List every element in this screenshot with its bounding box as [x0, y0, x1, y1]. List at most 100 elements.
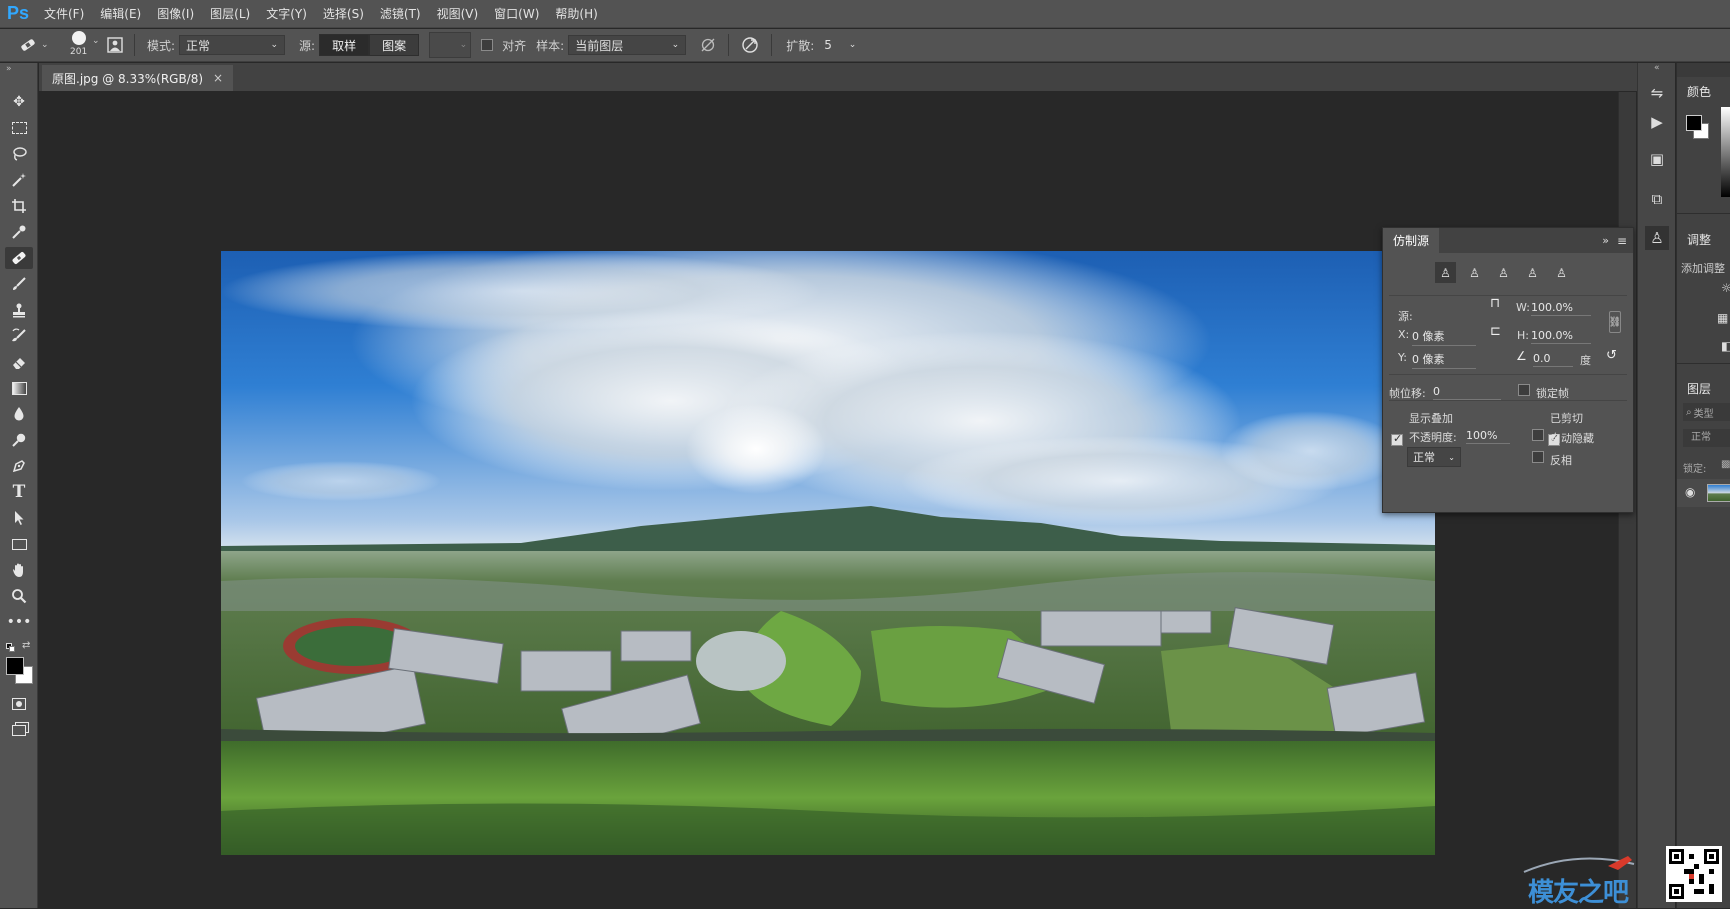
menu-window[interactable]: 窗口(W)	[486, 0, 547, 28]
reset-transform-icon[interactable]: ↺	[1606, 348, 1617, 363]
pattern-picker[interactable]: ⌄	[429, 32, 472, 58]
pressure-size-icon[interactable]	[739, 36, 761, 54]
layers-filter-field[interactable]: ⌕ 类型	[1683, 403, 1730, 421]
w-value[interactable]: 100.0%	[1531, 301, 1591, 316]
x-value[interactable]: 0 像素	[1412, 328, 1476, 346]
menu-help[interactable]: 帮助(H)	[547, 0, 605, 28]
zoom-tool-icon[interactable]	[5, 585, 33, 607]
clone-source-1-icon[interactable]: ♙	[1435, 262, 1456, 283]
lock-frame-checkbox[interactable]	[1518, 384, 1530, 396]
ignore-adjustment-layers-icon[interactable]	[698, 37, 718, 53]
actions-panel-icon[interactable]: ▶	[1645, 110, 1669, 134]
crop-tool-icon[interactable]	[5, 195, 33, 217]
magic-wand-tool-icon[interactable]	[5, 169, 33, 191]
layers-lock-icon[interactable]: ▩	[1721, 459, 1730, 470]
mode-select[interactable]: 正常 ⌄	[179, 35, 286, 55]
clone-source-2-icon[interactable]: ♙	[1464, 262, 1485, 283]
source-pattern-button[interactable]: 图案	[369, 34, 420, 56]
source-sampled-button[interactable]: 取样	[319, 34, 370, 56]
diffusion-select[interactable]: 5 ⌄	[818, 35, 862, 55]
overlay-blend-select[interactable]: 正常 ⌄	[1407, 447, 1461, 467]
history-brush-tool-icon[interactable]	[5, 325, 33, 347]
blur-tool-icon[interactable]	[5, 403, 33, 425]
curves-adjust-icon[interactable]: ◧	[1721, 339, 1730, 353]
frame-offset-label: 帧位移:	[1389, 387, 1426, 400]
menu-image[interactable]: 图像(I)	[149, 0, 202, 28]
flip-horizontal-icon[interactable]: ⊓	[1490, 296, 1500, 311]
hand-tool-icon[interactable]	[5, 559, 33, 581]
screen-mode-icon[interactable]	[5, 719, 33, 741]
layers-blend-mode[interactable]: 正常	[1683, 429, 1730, 447]
clone-source-4-icon[interactable]: ♙	[1522, 262, 1543, 283]
color-panel-tab[interactable]: 颜色	[1677, 77, 1721, 106]
marquee-tool-icon[interactable]	[5, 117, 33, 139]
properties-panel-icon[interactable]: ▣	[1645, 147, 1669, 171]
pen-tool-icon[interactable]	[5, 455, 33, 477]
clone-source-panel-icon[interactable]: ♙	[1645, 226, 1669, 250]
document-tab[interactable]: 原图.jpg @ 8.33%(RGB/8) ×	[42, 65, 234, 91]
layers-panel-tab[interactable]: 图层	[1677, 374, 1721, 403]
menu-filter[interactable]: 滤镜(T)	[372, 0, 429, 28]
brush-size-picker[interactable]: 201 ⌄	[68, 30, 104, 60]
layer-row[interactable]: ◉	[1677, 479, 1730, 507]
menu-select[interactable]: 选择(S)	[315, 0, 372, 28]
brush-tool-icon[interactable]	[5, 273, 33, 295]
strip-collapse-icon[interactable]: «	[1654, 63, 1660, 73]
invert-checkbox[interactable]	[1532, 451, 1544, 463]
swap-colors-icon[interactable]: ⇄	[22, 640, 30, 651]
foreground-color-swatch[interactable]	[6, 657, 24, 675]
adjustments-panel-tab[interactable]: 调整	[1677, 225, 1721, 254]
path-selection-tool-icon[interactable]	[5, 507, 33, 529]
frame-offset-value[interactable]: 0	[1433, 385, 1501, 400]
brush-settings-icon[interactable]	[104, 35, 126, 55]
menu-file[interactable]: 文件(F)	[36, 0, 92, 28]
panel-collapse-icon[interactable]: »	[1602, 234, 1609, 247]
type-tool-icon[interactable]: T	[5, 481, 33, 503]
clone-source-5-icon[interactable]: ♙	[1551, 262, 1572, 283]
eraser-tool-icon[interactable]	[5, 351, 33, 373]
opacity-value[interactable]: 100%	[1466, 429, 1510, 444]
document-close-icon[interactable]: ×	[213, 71, 223, 85]
history-panel-icon[interactable]: ⇋	[1645, 81, 1669, 105]
auto-hide-checkbox[interactable]	[1532, 429, 1544, 441]
h-value[interactable]: 100.0%	[1531, 329, 1591, 344]
quick-mask-icon[interactable]	[5, 693, 33, 715]
menu-type[interactable]: 文字(Y)	[258, 0, 315, 28]
eyedropper-tool-icon[interactable]	[5, 221, 33, 243]
healing-brush-tool-icon[interactable]	[5, 247, 33, 269]
rectangle-tool-icon[interactable]	[5, 533, 33, 555]
y-value[interactable]: 0 像素	[1412, 351, 1476, 369]
show-overlay-checkbox[interactable]	[1391, 432, 1403, 446]
document-tab-title: 原图.jpg @ 8.33%(RGB/8)	[52, 71, 204, 86]
color-fg-swatch[interactable]	[1686, 115, 1702, 131]
source-label: 源:	[1398, 310, 1413, 323]
gradient-tool-icon[interactable]	[5, 377, 33, 399]
more-tools-icon[interactable]: •••	[5, 611, 33, 633]
brush-presets-panel-icon[interactable]: ⧉	[1645, 187, 1669, 211]
default-colors-icon[interactable]	[6, 643, 15, 652]
opacity-label: 不透明度:	[1409, 431, 1457, 444]
brightness-adjust-icon[interactable]: ☼	[1721, 281, 1730, 295]
menu-view[interactable]: 视图(V)	[429, 0, 487, 28]
clone-source-tab[interactable]: 仿制源	[1383, 228, 1440, 253]
menu-layer[interactable]: 图层(L)	[202, 0, 258, 28]
color-ramp[interactable]	[1721, 107, 1730, 197]
dodge-tool-icon[interactable]	[5, 429, 33, 451]
move-tool-icon[interactable]: ✥	[5, 91, 33, 113]
levels-adjust-icon[interactable]: ▦	[1717, 311, 1728, 325]
layers-lock-label: 锁定:	[1683, 464, 1707, 475]
lasso-tool-icon[interactable]	[5, 143, 33, 165]
clone-stamp-tool-icon[interactable]	[5, 299, 33, 321]
sample-select[interactable]: 当前图层 ⌄	[568, 35, 687, 55]
panel-menu-icon[interactable]: ≡	[1617, 234, 1627, 248]
toolbar-collapse-icon[interactable]: »	[6, 64, 12, 74]
flip-vertical-icon[interactable]: ⊏	[1490, 324, 1501, 339]
menu-edit[interactable]: 编辑(E)	[92, 0, 149, 28]
angle-value[interactable]: 0.0	[1533, 352, 1573, 367]
align-checkbox[interactable]	[481, 39, 494, 51]
layer-visibility-icon[interactable]: ◉	[1685, 485, 1695, 499]
panorama-image[interactable]	[221, 251, 1435, 855]
clone-source-3-icon[interactable]: ♙	[1493, 262, 1514, 283]
healing-brush-tool-preset-icon[interactable]: ⌄	[18, 34, 52, 56]
link-wh-icon[interactable]: ⛓	[1609, 311, 1621, 333]
